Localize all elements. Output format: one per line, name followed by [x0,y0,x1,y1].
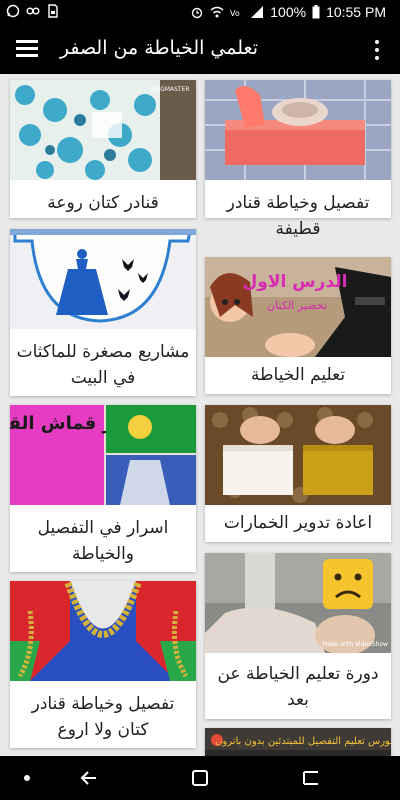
video-thumbnail [205,80,391,180]
status-bar: Vo 100% 10:55 PM [0,0,400,26]
video-card[interactable]: كورس تعليم التفصيل للمبتدئين بدون باترون [205,728,391,756]
video-title: قنادر كتان روعة [47,193,159,213]
video-card[interactable]: تفصيل وخياطة قنادر قطيفة [205,80,391,239]
video-grid: KINGMASTER قنادر كتان روعة تفصيل وخياطة … [0,74,400,756]
video-card[interactable]: اسرار قماش القطيفة اسرار في التفصيل والخ… [10,405,196,572]
video-thumbnail [205,405,391,505]
signal-icon [251,6,264,18]
home-icon[interactable] [300,767,322,789]
battery-percent: 100% [270,4,307,20]
video-title: تفصيل وخياطة قنادر كتان ولا اروع [31,694,175,740]
system-nav-bar [0,756,400,800]
video-card[interactable]: الدرس الاول تحضير الكتان تعليم الخياطة [205,257,391,394]
video-thumbnail [10,581,196,681]
menu-icon[interactable] [16,40,38,58]
video-card[interactable]: تفصيل وخياطة قنادر كتان ولا اروع [10,581,196,748]
wifi-icon [210,6,224,18]
thumbnail-text: كورس تعليم التفصيل للمبتدئين بدون باترون [215,736,391,747]
clock: 10:55 PM [326,4,386,20]
video-thumbnail [10,229,196,329]
thumbnail-text: تحضير الكتان [267,299,327,312]
dot-icon[interactable] [16,767,38,789]
video-card[interactable]: اعادة تدوير الخمارات [205,405,391,542]
video-title: مشاريع مصغرة للماكثات في البيت [16,342,190,388]
notification-icons [6,4,60,18]
video-title: تفصيل وخياطة قنادر قطيفة [226,193,370,239]
video-card[interactable]: KINGMASTER قنادر كتان روعة [10,80,196,218]
video-card[interactable]: مشاريع مصغرة للماكثات في البيت [10,229,196,396]
watermark-text: Made with VideoShow [322,641,388,648]
app-title: تعلمي الخياطة من الصفر [59,37,258,59]
thumbnail-text: الدرس الاول [243,272,348,292]
video-thumbnail: الدرس الاول تحضير الكتان [205,257,391,357]
video-title: اعادة تدوير الخمارات [223,513,373,533]
overflow-menu-icon[interactable] [370,40,384,62]
video-title: دورة تعليم الخياطة عن بعد [217,664,379,710]
sim-card-icon [48,4,58,18]
volte-icon: Vo [230,9,240,18]
status-icons: Vo 100% 10:55 PM [190,4,386,20]
whatsapp-icon [6,4,20,18]
alarm-icon [192,7,203,19]
svg-text:Vo: Vo [230,9,240,18]
watermark-text: KINGMASTER [150,86,190,93]
video-title: تعليم الخياطة [250,365,346,385]
video-thumbnail: KINGMASTER [10,80,196,180]
video-title: اسرار في التفصيل والخياطة [37,518,169,564]
battery-icon [312,5,320,19]
video-thumbnail: Made with VideoShow [205,553,391,653]
infinity-icon [26,7,40,15]
video-card[interactable]: Made with VideoShow دورة تعليم الخياطة ع… [205,553,391,719]
back-icon[interactable] [78,767,100,789]
app-bar: تعلمي الخياطة من الصفر [0,26,400,74]
video-thumbnail: اسرار قماش القطيفة [10,405,196,505]
video-thumbnail: كورس تعليم التفصيل للمبتدئين بدون باترون [205,728,391,756]
recents-icon[interactable] [189,767,211,789]
